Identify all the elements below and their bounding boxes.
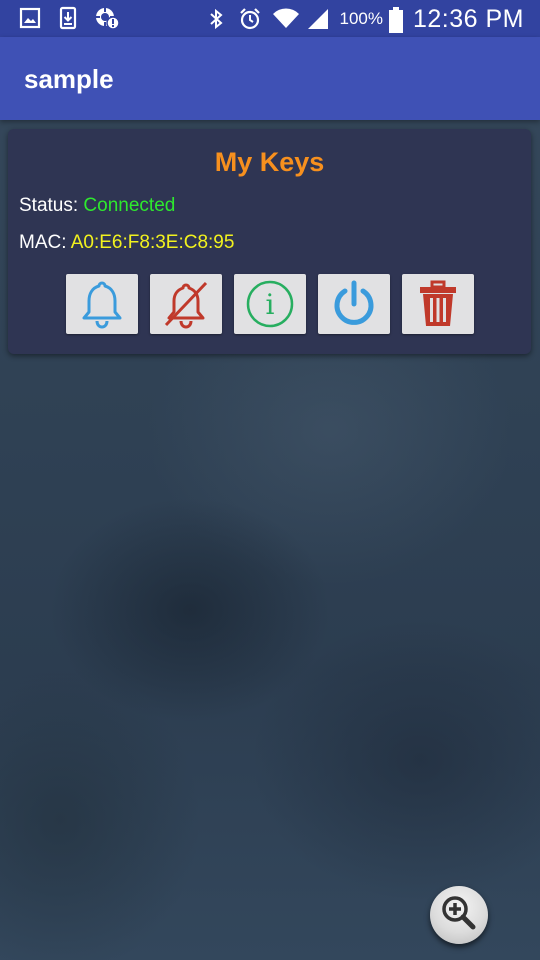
- zoom-in-icon: [439, 893, 479, 938]
- clock-time: 12:36 PM: [412, 4, 524, 33]
- status-row: Status: Connected: [19, 195, 175, 217]
- app-bar: sample: [0, 37, 540, 120]
- key-card: My Keys Status: Connected MAC: A0:E6:F8:…: [8, 129, 531, 354]
- zoom-in-button[interactable]: [430, 886, 488, 944]
- bell-icon: [79, 279, 125, 329]
- trash-icon: [416, 279, 460, 329]
- status-bar: 100% 12:36 PM: [0, 0, 540, 37]
- info-icon: i: [245, 279, 295, 329]
- mac-value: A0:E6:F8:3E:C8:95: [70, 232, 235, 253]
- mac-row: MAC: A0:E6:F8:3E:C8:95: [19, 232, 234, 254]
- info-button[interactable]: i: [234, 274, 306, 334]
- download-notification-icon: [56, 6, 80, 30]
- alarm-icon: [238, 7, 262, 31]
- wifi-icon: [272, 7, 299, 31]
- silence-button[interactable]: [150, 274, 222, 334]
- mac-label: MAC:: [19, 232, 71, 253]
- sync-error-icon: [94, 6, 120, 30]
- card-title: My Keys: [214, 147, 325, 177]
- status-value: Connected: [83, 195, 176, 216]
- bluetooth-icon: [204, 7, 228, 31]
- app-title: sample: [24, 64, 114, 94]
- image-notification-icon: [18, 6, 42, 30]
- svg-text:i: i: [266, 288, 275, 321]
- signal-icon: [306, 7, 330, 31]
- battery-icon: [388, 7, 403, 33]
- status-label: Status:: [19, 195, 84, 216]
- power-icon: [331, 279, 377, 329]
- delete-button[interactable]: [402, 274, 474, 334]
- bell-off-icon: [163, 279, 209, 329]
- battery-percent: 100%: [339, 9, 383, 28]
- ring-button[interactable]: [66, 274, 138, 334]
- power-button[interactable]: [318, 274, 390, 334]
